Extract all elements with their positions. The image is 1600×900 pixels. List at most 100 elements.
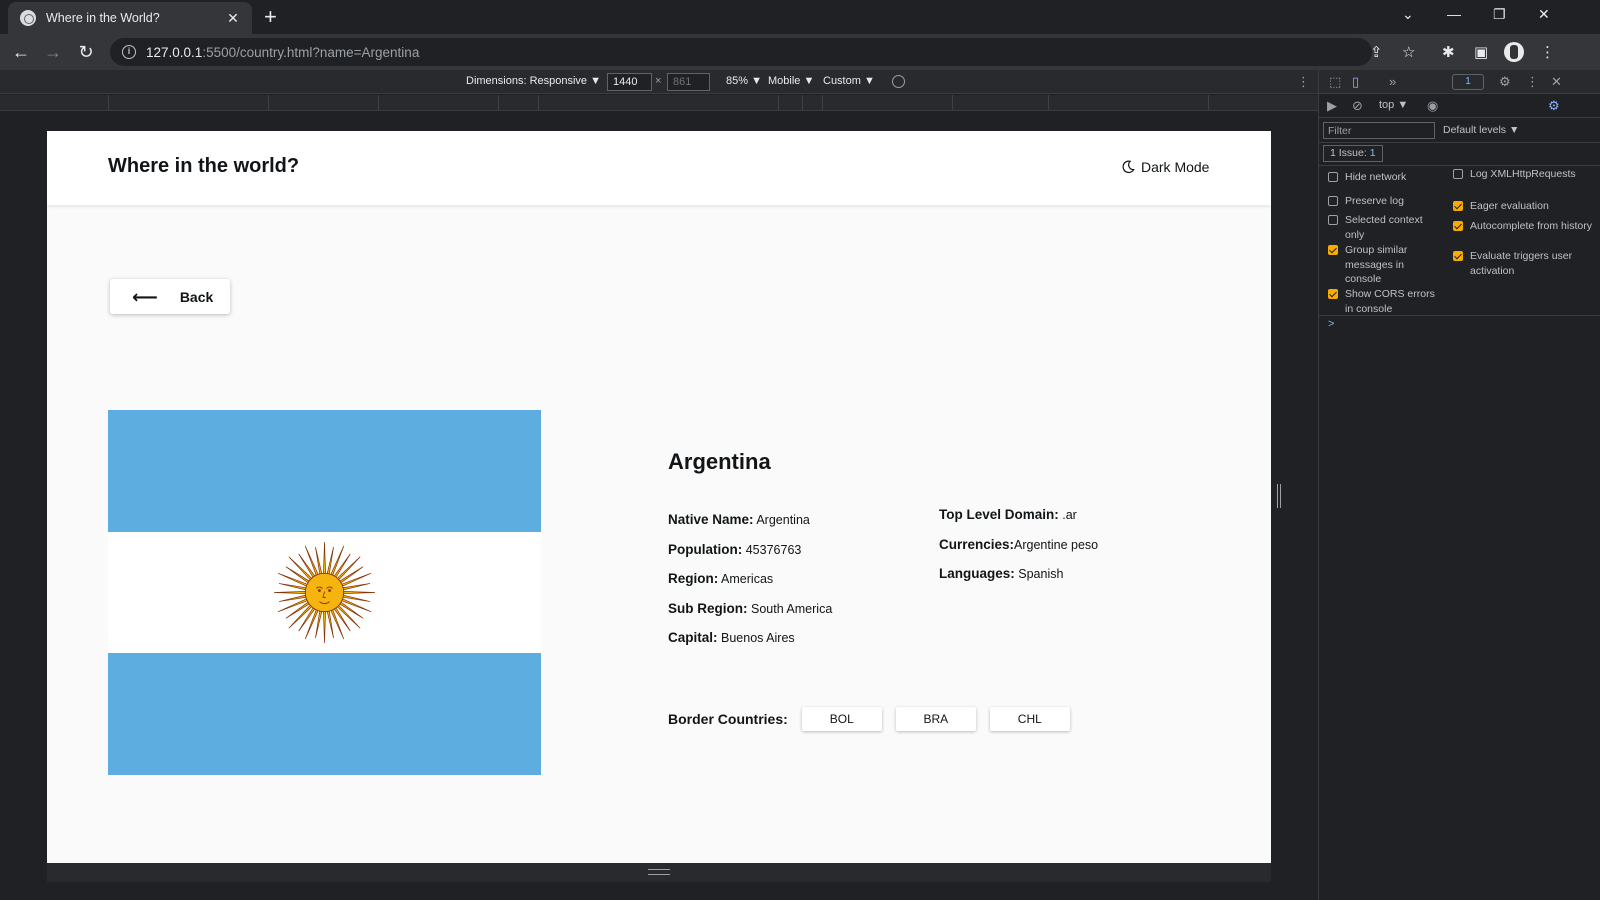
close-window-button[interactable]: ✕ bbox=[1538, 6, 1550, 23]
url-path: :5500/country.html?name=Argentina bbox=[202, 44, 420, 60]
border-countries-label: Border Countries: bbox=[668, 711, 788, 727]
bottom-resize-handle[interactable] bbox=[648, 869, 670, 875]
share-icon[interactable]: ⇪ bbox=[1370, 43, 1383, 61]
option-selected-context[interactable]: Selected context only bbox=[1328, 213, 1438, 242]
moon-icon bbox=[1122, 160, 1135, 174]
site-title[interactable]: Where in the world? bbox=[108, 155, 299, 178]
console-prompt[interactable]: > bbox=[1328, 318, 1334, 330]
console-filter-input[interactable]: Filter bbox=[1323, 122, 1435, 139]
device-more-icon[interactable]: ⋮ bbox=[1297, 74, 1310, 90]
checkbox[interactable] bbox=[1328, 215, 1338, 225]
devtools-kebab-icon[interactable]: ⋮ bbox=[1526, 74, 1539, 90]
custom-select[interactable]: Custom ▼ bbox=[823, 75, 875, 87]
border-chip-bra[interactable]: BRA bbox=[895, 707, 976, 731]
option-log-xhr[interactable]: Log XMLHttpRequests bbox=[1453, 167, 1593, 182]
population-value: 45376763 bbox=[745, 542, 802, 557]
details-left-column: Native Name: Argentina Population: 45376… bbox=[668, 511, 832, 659]
inspect-element-icon[interactable]: ⬚ bbox=[1329, 74, 1341, 90]
back-nav-button[interactable]: ← bbox=[9, 40, 33, 64]
favicon-icon bbox=[20, 10, 36, 26]
checkbox[interactable] bbox=[1328, 245, 1338, 255]
close-devtools-icon[interactable]: ✕ bbox=[1551, 74, 1562, 90]
languages-label: Languages: bbox=[939, 566, 1015, 581]
country-page: Where in the world? Dark Mode ⟵ Back Arg… bbox=[47, 131, 1271, 863]
option-show-cors[interactable]: Show CORS errors in console bbox=[1328, 287, 1438, 316]
checkbox[interactable] bbox=[1328, 289, 1338, 299]
tab-title: Where in the World? bbox=[46, 11, 160, 25]
reload-button[interactable]: ↻ bbox=[74, 40, 98, 64]
device-toggle-icon[interactable]: ▯ bbox=[1352, 74, 1359, 90]
times-sign: × bbox=[655, 75, 662, 87]
tab-search-icon[interactable]: ⌄ bbox=[1402, 6, 1414, 23]
clear-console-icon[interactable]: ⊘ bbox=[1352, 98, 1363, 114]
throttle-select[interactable]: Mobile ▼ bbox=[768, 75, 814, 87]
context-select[interactable]: top ▼ bbox=[1379, 99, 1408, 111]
device-toolbar: Dimensions: Responsive ▼ 1440 × 861 85% … bbox=[0, 70, 1318, 94]
dark-mode-toggle[interactable]: Dark Mode bbox=[1121, 159, 1209, 175]
close-tab-icon[interactable]: ✕ bbox=[224, 10, 242, 27]
issues-button[interactable]: 1 Issue: 1 bbox=[1323, 145, 1383, 162]
settings-gear-icon[interactable]: ⚙ bbox=[1499, 74, 1511, 90]
flag-stripe-bottom bbox=[108, 653, 541, 775]
checkbox[interactable] bbox=[1328, 196, 1338, 206]
log-levels-select[interactable]: Default levels ▼ bbox=[1443, 124, 1519, 136]
zoom-select[interactable]: 85% ▼ bbox=[726, 75, 762, 87]
menu-kebab-icon[interactable]: ⋮ bbox=[1540, 43, 1555, 61]
side-resize-handle[interactable] bbox=[1277, 484, 1281, 508]
browser-tab[interactable]: Where in the World? ✕ bbox=[8, 2, 252, 34]
border-countries: Border Countries: BOL BRA CHL bbox=[668, 707, 1084, 731]
live-expression-eye-icon[interactable]: ◉ bbox=[1427, 98, 1438, 114]
option-autocomplete[interactable]: Autocomplete from history bbox=[1453, 219, 1593, 234]
site-info-icon[interactable]: i bbox=[122, 45, 136, 59]
capital-value: Buenos Aires bbox=[721, 631, 795, 645]
console-settings-icon[interactable]: ⚙ bbox=[1548, 98, 1560, 114]
side-panel-icon[interactable]: ▣ bbox=[1474, 43, 1488, 61]
profile-avatar[interactable] bbox=[1504, 42, 1524, 62]
address-bar[interactable]: i 127.0.0.1:5500/country.html?name=Argen… bbox=[110, 38, 1372, 66]
border-chip-chl[interactable]: CHL bbox=[989, 707, 1070, 731]
checkbox[interactable] bbox=[1453, 251, 1463, 261]
region-label: Region: bbox=[668, 571, 719, 586]
console-toolbar: ▶ ⊘ top ▼ ◉ ⚙ bbox=[1319, 94, 1600, 118]
restore-button[interactable]: ❐ bbox=[1493, 6, 1506, 23]
native-name-label: Native Name: bbox=[668, 512, 754, 527]
country-flag bbox=[108, 410, 541, 775]
native-name-row: Native Name: Argentina bbox=[668, 511, 832, 541]
rotate-icon[interactable] bbox=[892, 75, 905, 88]
minimize-button[interactable]: — bbox=[1447, 6, 1461, 22]
media-query-ruler[interactable] bbox=[0, 95, 1318, 111]
checkbox[interactable] bbox=[1453, 221, 1463, 231]
more-tabs-icon[interactable]: » bbox=[1389, 74, 1396, 89]
back-button[interactable]: ⟵ Back bbox=[110, 279, 230, 314]
back-label: Back bbox=[179, 288, 214, 305]
capital-label: Capital: bbox=[668, 630, 718, 645]
sun-of-may-icon bbox=[274, 542, 375, 643]
border-chip-bol[interactable]: BOL bbox=[801, 707, 882, 731]
url-host: 127.0.0.1 bbox=[146, 44, 203, 60]
languages-value: Spanish bbox=[1018, 567, 1064, 581]
option-eager-eval[interactable]: Eager evaluation bbox=[1453, 199, 1593, 214]
checkbox[interactable] bbox=[1453, 201, 1463, 211]
devtools-header: ⬚ ▯ » 1 ⚙ ⋮ ✕ bbox=[1319, 70, 1600, 94]
tab-strip: Where in the World? ✕ + ⌄ — ❐ ✕ bbox=[0, 0, 1600, 34]
dark-mode-label: Dark Mode bbox=[1141, 159, 1210, 175]
option-preserve-log[interactable]: Preserve log bbox=[1328, 194, 1438, 209]
region-value: Americas bbox=[721, 572, 774, 586]
population-label: Population: bbox=[668, 541, 743, 557]
viewport-resize-bar bbox=[47, 863, 1271, 882]
sidebar-toggle-icon[interactable]: ▶ bbox=[1327, 98, 1337, 114]
dimensions-select[interactable]: Dimensions: Responsive ▼ bbox=[466, 75, 601, 87]
checkbox[interactable] bbox=[1453, 169, 1463, 179]
issues-badge[interactable]: 1 bbox=[1452, 74, 1484, 90]
height-input[interactable]: 861 bbox=[667, 73, 710, 91]
checkbox[interactable] bbox=[1328, 172, 1338, 182]
new-tab-button[interactable]: + bbox=[264, 5, 277, 29]
width-input[interactable]: 1440 bbox=[607, 73, 652, 91]
forward-nav-button[interactable]: → bbox=[41, 40, 65, 64]
bookmark-star-icon[interactable]: ☆ bbox=[1402, 43, 1415, 61]
option-evaluate-triggers[interactable]: Evaluate triggers user activation bbox=[1453, 249, 1593, 278]
capital-row: Capital: Buenos Aires bbox=[668, 629, 832, 659]
option-group-similar[interactable]: Group similar messages in console bbox=[1328, 243, 1438, 287]
extensions-icon[interactable]: ✱ bbox=[1442, 43, 1455, 61]
option-hide-network[interactable]: Hide network bbox=[1328, 170, 1438, 185]
